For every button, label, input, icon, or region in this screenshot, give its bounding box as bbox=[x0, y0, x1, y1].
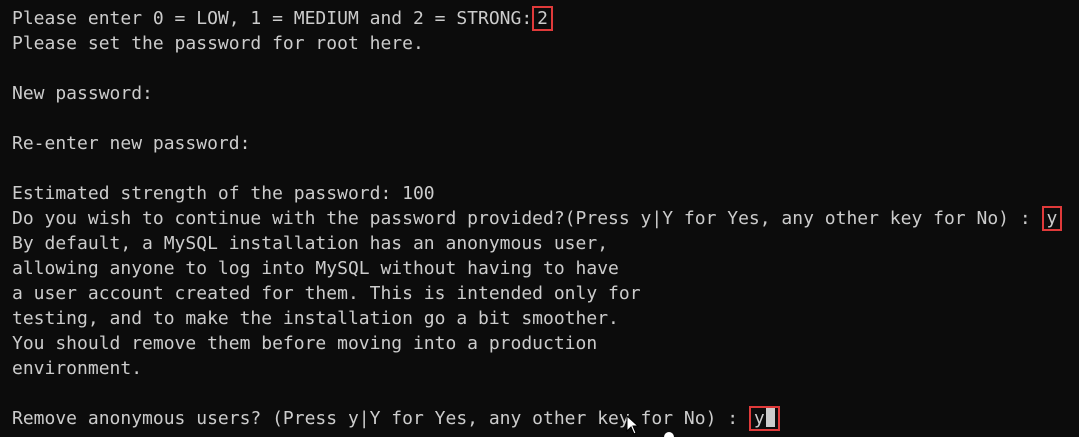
mouse-indicator-dot bbox=[664, 432, 674, 437]
prompt-continue-password: Do you wish to continue with the passwor… bbox=[12, 208, 1031, 229]
terminal-line: environment. bbox=[12, 358, 143, 379]
block-cursor-icon bbox=[765, 408, 775, 427]
terminal-window[interactable]: Please enter 0 = LOW, 1 = MEDIUM and 2 =… bbox=[0, 0, 1079, 437]
terminal-line-remove-anon: Remove anonymous users? (Press y|Y for Y… bbox=[12, 406, 1079, 431]
terminal-line: By default, a MySQL installation has an … bbox=[12, 233, 609, 254]
terminal-line: a user account created for them. This is… bbox=[12, 283, 641, 304]
prompt-new-password: New password: bbox=[12, 83, 153, 104]
terminal-line-validation-level: Please enter 0 = LOW, 1 = MEDIUM and 2 =… bbox=[12, 6, 1079, 31]
input-remove-anonymous-users[interactable]: y bbox=[748, 406, 780, 431]
terminal-line: testing, and to make the installation go… bbox=[12, 308, 619, 329]
prompt-reenter-password: Re-enter new password: bbox=[12, 133, 251, 154]
terminal-line-continue: Do you wish to continue with the passwor… bbox=[12, 206, 1079, 231]
prompt-validation-level: Please enter 0 = LOW, 1 = MEDIUM and 2 =… bbox=[12, 8, 533, 29]
terminal-line: allowing anyone to log into MySQL withou… bbox=[12, 258, 619, 279]
input-continue-password: y bbox=[1041, 206, 1063, 231]
input-validation-level: 2 bbox=[532, 6, 554, 31]
mouse-pointer-icon bbox=[626, 415, 640, 435]
terminal-line: Please set the password for root here. bbox=[12, 33, 424, 54]
input-remove-anonymous-users-value: y bbox=[753, 408, 765, 429]
password-strength-text: Estimated strength of the password: 100 bbox=[12, 183, 435, 204]
terminal-line: You should remove them before moving int… bbox=[12, 333, 598, 354]
